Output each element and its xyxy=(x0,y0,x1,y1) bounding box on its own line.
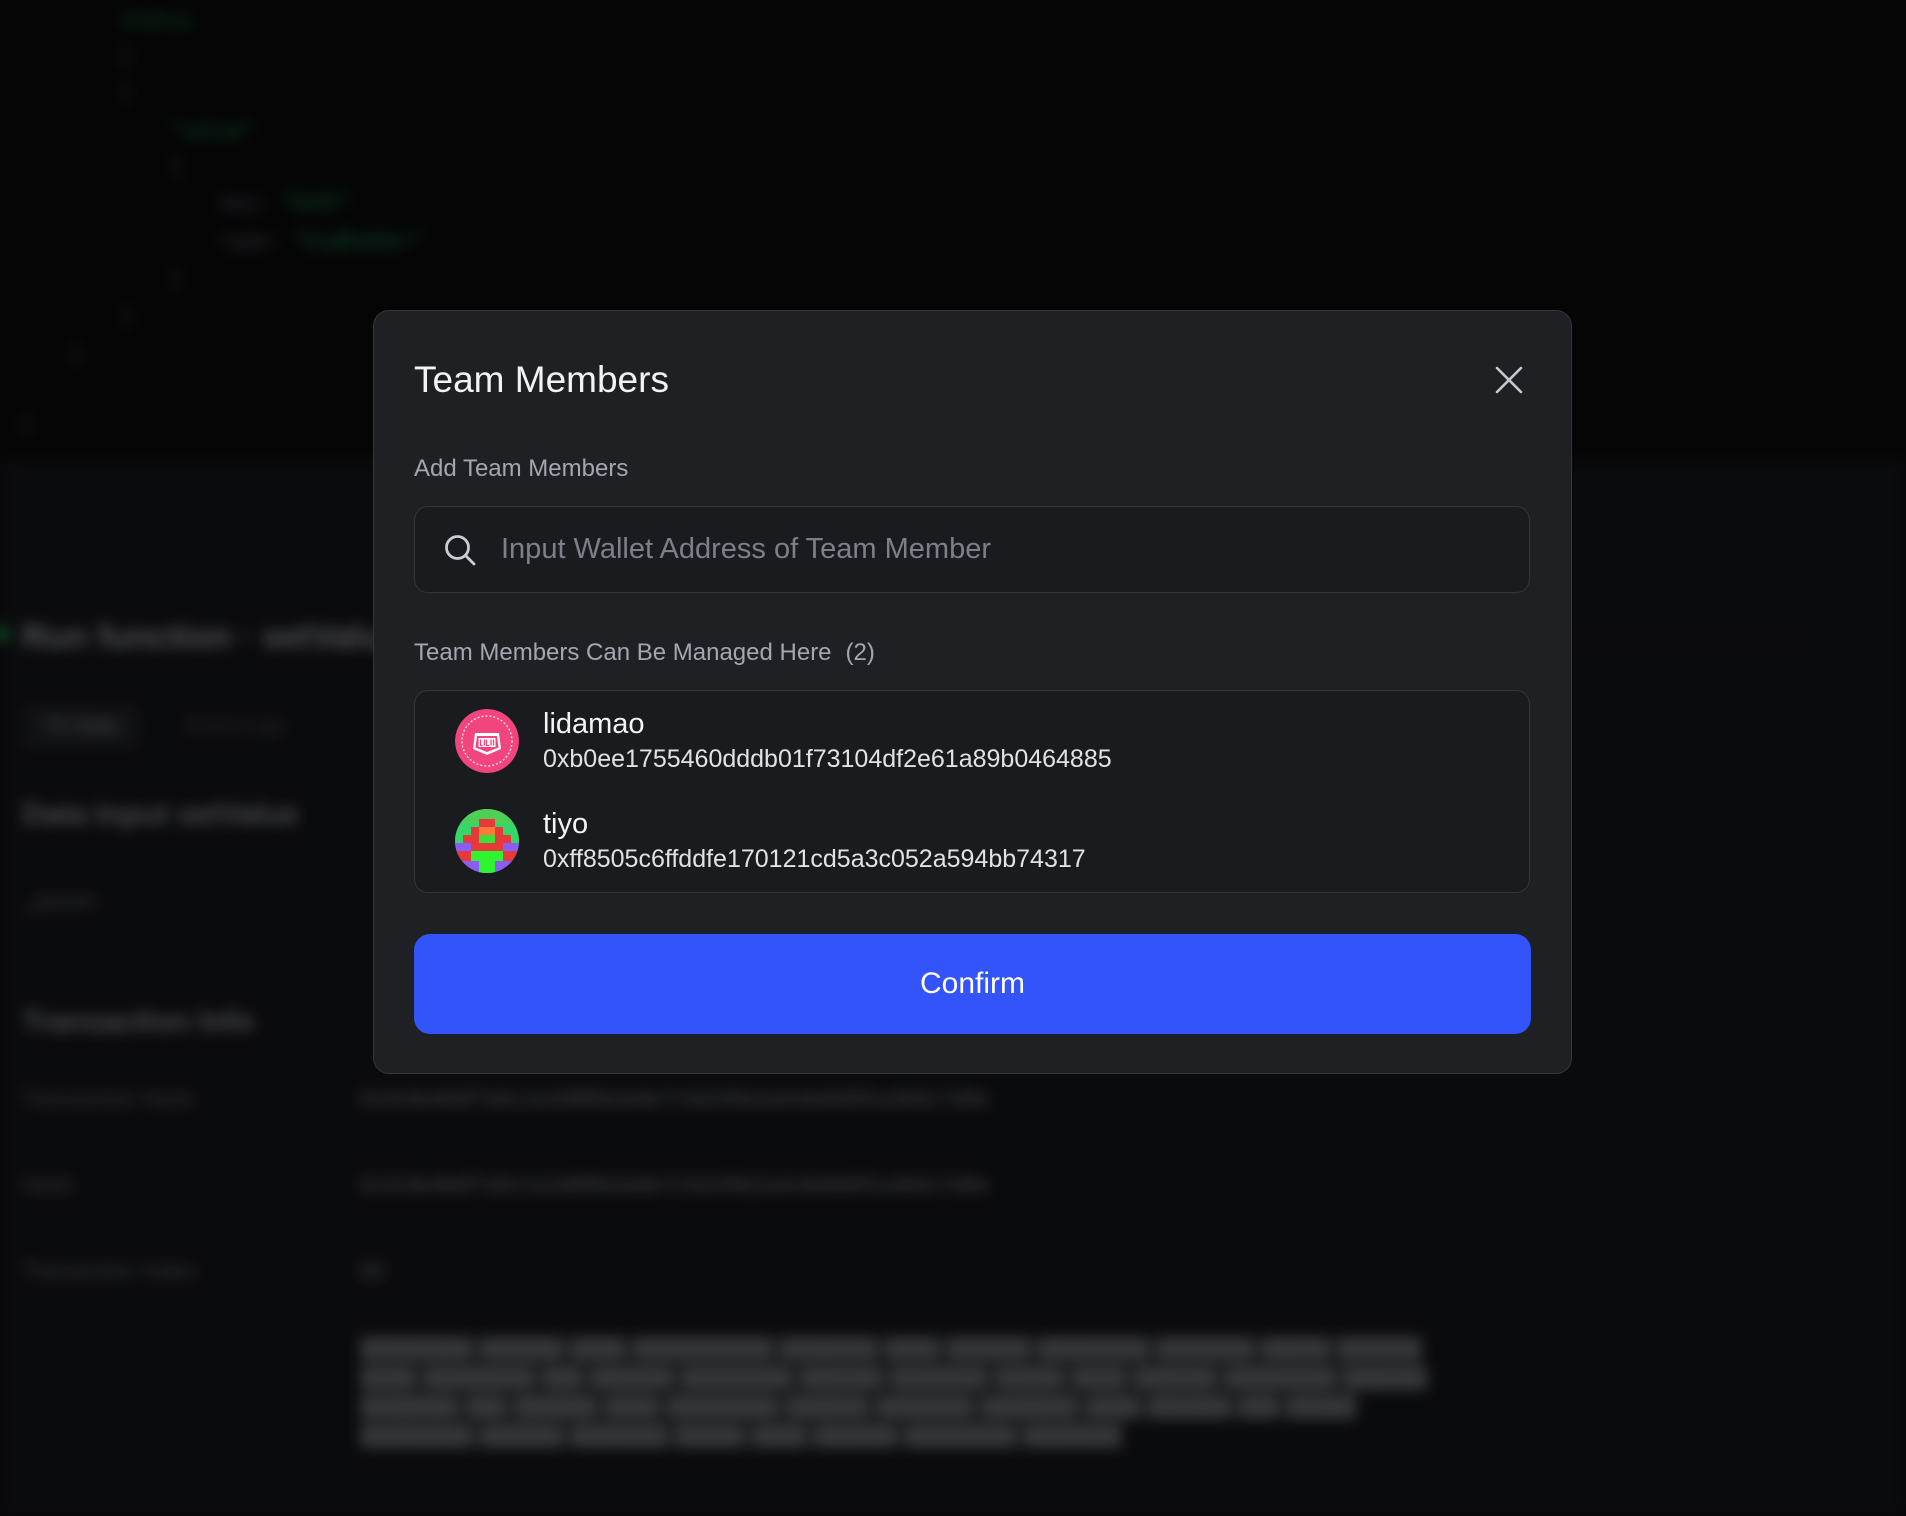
avatar xyxy=(455,809,519,873)
list-item[interactable]: tiyo 0xff8505c6ffddfe170121cd5a3c052a594… xyxy=(455,805,1495,877)
team-members-modal: Team Members Add Team Members Team Membe… xyxy=(373,310,1572,1074)
members-list: lidamao 0xb0ee1755460dddb01f73104df2e61a… xyxy=(414,690,1530,893)
add-team-members-label: Add Team Members xyxy=(414,455,629,482)
member-wallet-address: 0xff8505c6ffddfe170121cd5a3c052a594bb743… xyxy=(543,845,1086,873)
member-name: tiyo xyxy=(543,808,589,840)
manage-members-label: Team Members Can Be Managed Here (2) xyxy=(414,639,875,667)
confirm-button[interactable]: Confirm xyxy=(414,934,1531,1034)
buidl-logo-icon xyxy=(455,709,519,773)
close-icon xyxy=(1494,365,1524,400)
wallet-address-input[interactable] xyxy=(499,519,1509,580)
list-item[interactable]: lidamao 0xb0ee1755460dddb01f73104df2e61a… xyxy=(455,705,1495,777)
member-wallet-address: 0xb0ee1755460dddb01f73104df2e61a89b04648… xyxy=(543,745,1112,773)
member-count: (2) xyxy=(845,639,875,666)
modal-title: Team Members xyxy=(414,359,669,400)
close-button[interactable] xyxy=(1490,363,1528,401)
wallet-address-search[interactable] xyxy=(414,506,1530,593)
member-name: lidamao xyxy=(543,708,645,740)
avatar xyxy=(455,709,519,773)
manage-members-text: Team Members Can Be Managed Here xyxy=(414,639,832,666)
pixel-avatar-icon xyxy=(455,809,519,873)
search-icon xyxy=(441,531,479,569)
